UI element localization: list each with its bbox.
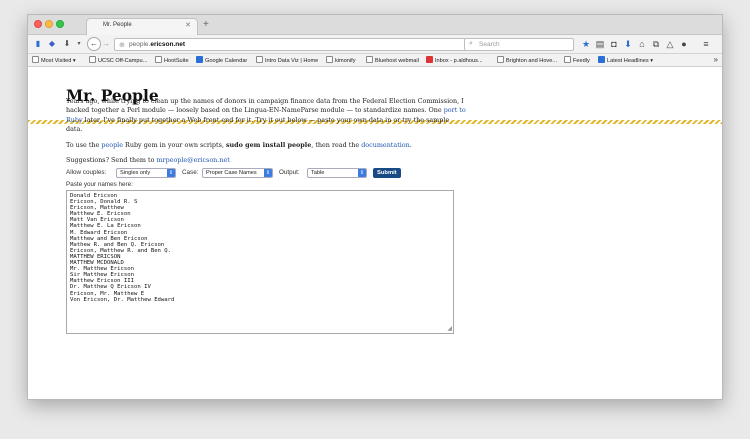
grid-icon xyxy=(256,56,263,63)
address-bar[interactable]: ⊕ people.ericson.net ▿ ↻ xyxy=(114,38,488,51)
case-label: Case: xyxy=(182,169,199,176)
forward-button[interactable]: → xyxy=(102,39,110,48)
intro-text: Years ago, while trying to clean up the … xyxy=(66,97,466,171)
bookmark-inbox[interactable]: Inbox - p.aldhous... xyxy=(426,56,483,66)
navigation-bar: ▮ ◆ ⬇ ▾ ← → ⊕ people.ericson.net ▿ ↻ ⌕ S… xyxy=(28,35,722,54)
bookmarks-bar: Most Visited ▾ UCSC Off-Campu... HootSui… xyxy=(28,54,722,67)
home-icon[interactable]: ⌂ xyxy=(636,38,648,50)
bookmark-most-visited[interactable]: Most Visited ▾ xyxy=(32,56,76,66)
output-value: Table xyxy=(311,170,325,176)
allow-couples-label: Allow couples: xyxy=(66,169,107,176)
output-select[interactable]: Table ⇕ xyxy=(307,168,367,178)
rss-icon xyxy=(598,56,605,63)
more-bookmarks-icon[interactable]: » xyxy=(714,55,718,64)
bookmark-latest-headlines[interactable]: Latest Headlines ▾ xyxy=(598,56,653,66)
bookmark-icon xyxy=(497,56,504,63)
hamburger-menu-icon[interactable]: ≡ xyxy=(700,38,712,50)
pocket-icon[interactable]: ◘ xyxy=(608,38,620,50)
bookmark-intro-data-viz[interactable]: Intro Data Viz | Home xyxy=(256,56,318,66)
name-line: Von Ericson, Dr. Matthew Edward xyxy=(70,296,175,303)
close-window-button[interactable] xyxy=(34,20,42,28)
owl-icon xyxy=(155,56,162,63)
chevron-down-icon: ⇕ xyxy=(358,169,366,177)
bookmark-icon xyxy=(564,56,571,63)
suggestions-paragraph: Suggestions? Send them to mrpeople@erics… xyxy=(66,156,230,165)
reading-list-icon[interactable]: ▤ xyxy=(594,38,606,50)
minimize-window-button[interactable] xyxy=(45,20,53,28)
chevron-down-icon: ⇕ xyxy=(264,169,272,177)
bookmark-icon xyxy=(326,56,333,63)
search-placeholder: Search xyxy=(479,41,500,48)
bookmark-ucsc[interactable]: UCSC Off-Campu... xyxy=(89,56,147,66)
close-tab-icon[interactable]: ✕ xyxy=(185,21,191,29)
sidebar-icon[interactable]: ▮ xyxy=(33,39,43,49)
case-select[interactable]: Proper Case Names ⇕ xyxy=(202,168,273,178)
documentation-link[interactable]: documentation xyxy=(361,141,410,149)
bookmark-icon xyxy=(366,56,373,63)
bookmark-hootsuite[interactable]: HootSuite xyxy=(155,56,189,66)
output-label: Output: xyxy=(279,169,300,176)
chevron-down-icon: ⇕ xyxy=(167,169,175,177)
tab-mr-people[interactable]: Mr. People ✕ xyxy=(86,18,198,35)
people-gem-link[interactable]: people xyxy=(101,141,123,149)
bookmark-feedly[interactable]: Feedly xyxy=(564,56,590,66)
case-value: Proper Case Names xyxy=(206,170,257,176)
bookmark-star-icon[interactable]: ★ xyxy=(580,38,592,50)
screenshot-icon[interactable]: ⧉ xyxy=(650,38,662,50)
resize-handle-icon[interactable]: ◢ xyxy=(447,326,452,332)
extension-icon[interactable]: ◆ xyxy=(47,39,57,49)
extension-dropdown-icon[interactable]: ⬇ xyxy=(62,39,72,49)
globe-icon: ⊕ xyxy=(119,42,125,49)
names-textarea[interactable]: Donald Ericson Ericson, Donald R. S Eric… xyxy=(66,190,454,334)
calendar-icon xyxy=(196,56,203,63)
usage-paragraph: To use the people Ruby gem in your own s… xyxy=(66,140,412,149)
zoom-window-button[interactable] xyxy=(56,20,64,28)
paste-names-label: Paste your names here: xyxy=(66,181,133,188)
bookmark-brighton[interactable]: Brighton and Hove... xyxy=(497,56,557,66)
bookmark-bluehost[interactable]: Bluehost webmail xyxy=(366,56,419,66)
allow-couples-select[interactable]: Singles only ⇕ xyxy=(116,168,176,178)
tab-bar: Mr. People ✕ + xyxy=(28,15,722,35)
bookmark-icon xyxy=(89,56,96,63)
bookmark-google-calendar[interactable]: Google Calendar xyxy=(196,56,247,66)
submit-button[interactable]: Submit xyxy=(373,168,401,178)
tab-title: Mr. People xyxy=(103,22,132,28)
browser-window: Mr. People ✕ + ▮ ◆ ⬇ ▾ ← → ⊕ people.eric… xyxy=(27,14,723,400)
extension-chevron-icon[interactable]: ▾ xyxy=(74,39,84,49)
search-bar[interactable]: ⌕ Search xyxy=(464,38,574,51)
search-icon: ⌕ xyxy=(469,40,473,47)
back-button[interactable]: ← xyxy=(87,37,101,51)
gmail-icon xyxy=(426,56,433,63)
new-tab-button[interactable]: + xyxy=(203,19,209,30)
folder-icon xyxy=(32,56,39,63)
account-icon[interactable]: ● xyxy=(678,38,690,50)
intro-paragraph: Years ago, while trying to clean up the … xyxy=(66,97,466,134)
url-text: people.ericson.net xyxy=(129,41,186,48)
downloads-icon[interactable]: ⬇ xyxy=(622,38,634,50)
bookmark-kimonify[interactable]: kimonify xyxy=(326,56,356,66)
allow-couples-value: Singles only xyxy=(120,170,151,176)
email-link[interactable]: mrpeople@ericson.net xyxy=(156,156,229,164)
warning-icon[interactable]: △ xyxy=(664,38,676,50)
